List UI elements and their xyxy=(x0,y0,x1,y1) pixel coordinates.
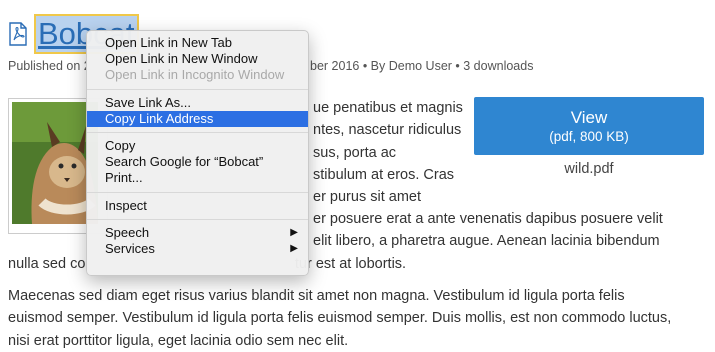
view-pdf-button[interactable]: View (pdf, 800 KB) xyxy=(474,97,704,155)
submenu-arrow-icon: ▶ xyxy=(290,242,298,254)
menu-item-copy-link-address[interactable]: Copy Link Address xyxy=(87,110,308,127)
menu-separator xyxy=(87,218,308,220)
publish-meta: Published on 27 ber 2016 • By Demo User … xyxy=(8,59,533,73)
menu-item-copy[interactable]: Copy xyxy=(87,138,308,154)
text-line: stibulum at eros. Cras xyxy=(313,166,455,183)
file-name: wild.pdf xyxy=(564,161,614,177)
description-paragraph-3: Maecenas sed diam eget risus varius blan… xyxy=(8,285,671,352)
text-line: nisi erat porttitor ligula, eget lacinia… xyxy=(8,332,349,349)
text-line: ntes, nascetur ridiculus xyxy=(313,122,462,139)
text-line: er purus sit amet xyxy=(313,189,421,206)
menu-item-services-label: Services xyxy=(105,240,155,256)
menu-item-speech-label: Speech xyxy=(105,224,150,240)
text-line: euismod semper. Vestibulum id ligula por… xyxy=(8,310,672,327)
menu-item-search-google[interactable]: Search Google for “Bobcat” xyxy=(87,154,308,170)
meta-left: Published on 27 xyxy=(8,59,86,73)
menu-separator xyxy=(87,131,308,133)
text-line: Maecenas sed diam eget risus varius blan… xyxy=(8,288,625,304)
menu-item-services[interactable]: Services ▶ xyxy=(87,241,308,257)
menu-item-save-link-as[interactable]: Save Link As... xyxy=(87,95,308,111)
pdf-file-icon xyxy=(8,22,28,46)
view-button-label: View xyxy=(570,107,608,127)
menu-item-open-new-tab[interactable]: Open Link in New Tab xyxy=(87,35,308,51)
menu-item-inspect[interactable]: Inspect xyxy=(87,198,308,214)
submenu-arrow-icon: ▶ xyxy=(290,226,298,238)
text-line: ue penatibus et magnis xyxy=(313,100,463,116)
menu-separator xyxy=(87,191,308,193)
meta-right: ber 2016 • By Demo User • 3 downloads xyxy=(310,59,534,73)
menu-item-print[interactable]: Print... xyxy=(87,170,308,186)
description-paragraph-1: ue penatibus et magnis ntes, nascetur ri… xyxy=(313,97,463,208)
menu-separator xyxy=(87,88,308,90)
menu-item-open-new-window[interactable]: Open Link in New Window xyxy=(87,51,308,67)
context-menu: Open Link in New Tab Open Link in New Wi… xyxy=(86,30,309,276)
menu-item-open-incognito: Open Link in Incognito Window xyxy=(105,67,285,83)
menu-item-speech[interactable]: Speech ▶ xyxy=(87,225,308,241)
text-line: sus, porta ac xyxy=(313,144,397,161)
view-button-size: (pdf, 800 KB) xyxy=(549,128,629,144)
